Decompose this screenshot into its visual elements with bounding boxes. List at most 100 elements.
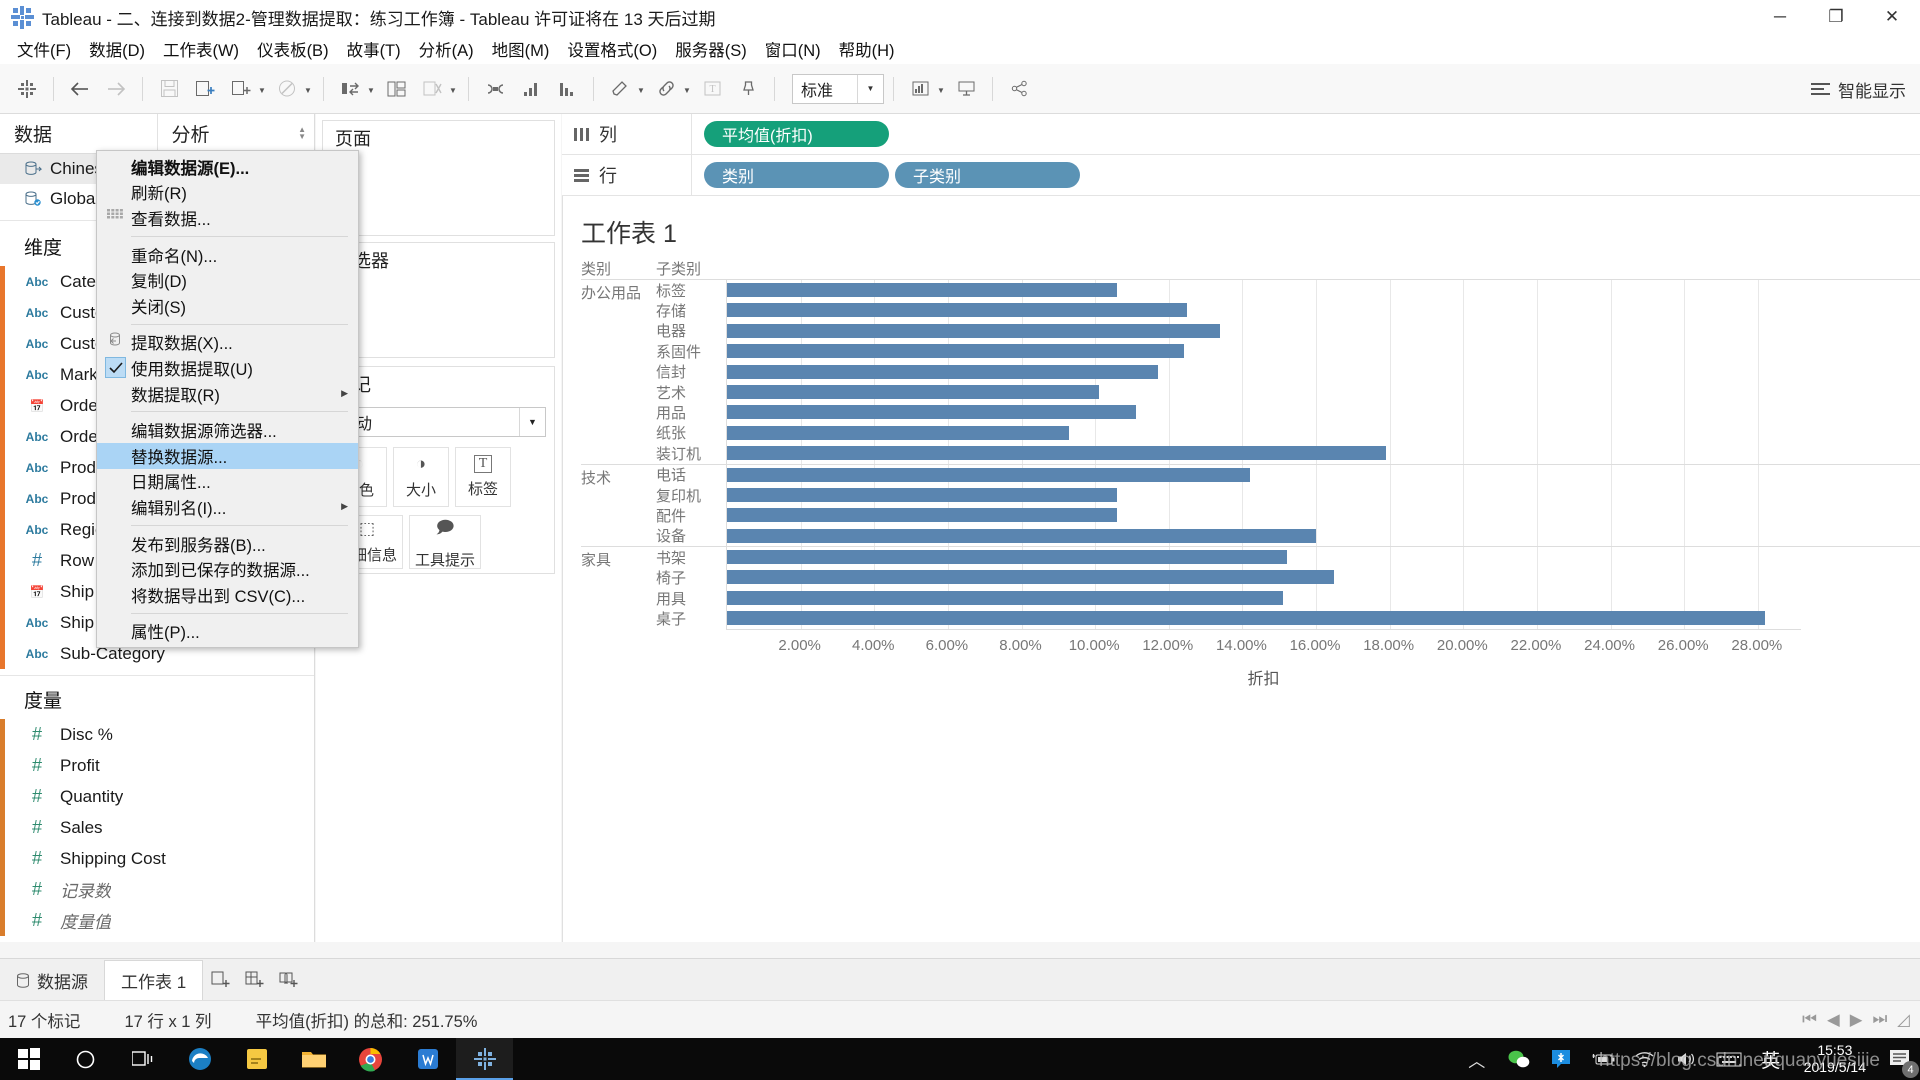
ctx-item-10[interactable]: 数据提取(R) ▶: [97, 381, 358, 407]
pill-avg-discount[interactable]: 平均值(折扣): [704, 121, 889, 147]
menu-1[interactable]: 数据(D): [80, 34, 154, 64]
fixaxis-chevron-down-icon[interactable]: ▼: [681, 72, 693, 106]
subcategory-label[interactable]: 艺术: [656, 382, 726, 402]
measure-6[interactable]: # 度量值: [0, 905, 314, 936]
tab-analytics[interactable]: 分析 ▲ ▼: [156, 114, 314, 153]
bar[interactable]: [727, 323, 1221, 338]
subcategory-label[interactable]: 电器: [656, 321, 726, 341]
presentation-layout-button[interactable]: [379, 72, 413, 106]
ctx-item-5[interactable]: 复制(D): [97, 267, 358, 293]
ctx-item-6[interactable]: 关闭(S): [97, 293, 358, 319]
duplicate-chevron-down-icon[interactable]: ▼: [256, 72, 268, 106]
menu-5[interactable]: 分析(A): [410, 34, 483, 64]
keyboard-icon[interactable]: [1708, 1038, 1750, 1080]
measure-1[interactable]: # Profit: [0, 750, 314, 781]
menu-3[interactable]: 仪表板(B): [248, 34, 338, 64]
clear-chevron-down-icon[interactable]: ▼: [302, 72, 314, 106]
bar[interactable]: [727, 344, 1184, 359]
marks-type-select[interactable]: 自动 ▼: [331, 407, 546, 437]
tableau-home-icon[interactable]: [10, 72, 44, 106]
new-story-icon[interactable]: [271, 960, 305, 1000]
fix-axis-button[interactable]: [649, 72, 683, 106]
bar[interactable]: [727, 570, 1335, 585]
category-label[interactable]: 技术: [581, 465, 656, 547]
subcategory-label[interactable]: 信封: [656, 362, 726, 382]
subcategory-label[interactable]: 复印机: [656, 485, 726, 505]
battery-charging-icon[interactable]: [1582, 1038, 1624, 1080]
subcategory-label[interactable]: 用具: [656, 588, 726, 608]
taskbar-edge-icon[interactable]: [171, 1038, 228, 1080]
last-page-icon[interactable]: ⏭: [1872, 1010, 1887, 1029]
menu-7[interactable]: 设置格式(O): [558, 34, 666, 64]
bar[interactable]: [727, 283, 1118, 297]
measure-4[interactable]: # Shipping Cost: [0, 843, 314, 874]
taskbar-word-icon[interactable]: [399, 1038, 456, 1080]
taskbar-clock[interactable]: 15:53 2019/5/14: [1792, 1042, 1878, 1077]
bar[interactable]: [727, 550, 1287, 565]
bar[interactable]: [727, 303, 1188, 318]
highlight-button[interactable]: [603, 72, 637, 106]
taskbar-chrome-icon[interactable]: [342, 1038, 399, 1080]
taskbar-file-explorer-icon[interactable]: [285, 1038, 342, 1080]
first-page-icon[interactable]: ⏮: [1802, 1010, 1817, 1029]
ctx-item-21[interactable]: 属性(P)...: [97, 619, 358, 645]
pin-button[interactable]: [731, 72, 765, 106]
highlight-chevron-down-icon[interactable]: ▼: [635, 72, 647, 106]
prev-page-icon[interactable]: ◀: [1827, 1010, 1840, 1030]
ctx-item-8[interactable]: 提取数据(X)...: [97, 330, 358, 356]
tab-data[interactable]: 数据: [0, 114, 157, 153]
task-view-icon[interactable]: [114, 1038, 171, 1080]
ctx-item-9[interactable]: 使用数据提取(U): [97, 355, 358, 381]
datasource-tab[interactable]: 数据源: [0, 960, 104, 1000]
save-button[interactable]: [152, 72, 186, 106]
share-button[interactable]: [1002, 72, 1036, 106]
ctx-item-2[interactable]: 查看数据...: [97, 205, 358, 231]
cortana-search-icon[interactable]: [57, 1038, 114, 1080]
fitaxis-chevron-down-icon[interactable]: ▼: [935, 72, 947, 106]
presentation-mode-button[interactable]: [949, 72, 983, 106]
measure-0[interactable]: # Disc %: [0, 719, 314, 750]
subcategory-label[interactable]: 装订机: [656, 443, 726, 463]
measure-3[interactable]: # Sales: [0, 812, 314, 843]
subcategory-label[interactable]: 桌子: [656, 608, 726, 628]
new-dashboard-icon[interactable]: [237, 960, 271, 1000]
sort-ascending-button[interactable]: [514, 72, 548, 106]
fit-select[interactable]: 标准 ▼: [792, 73, 884, 104]
wechat-icon[interactable]: [1498, 1038, 1540, 1080]
bar[interactable]: [727, 467, 1250, 482]
sort-group-button[interactable]: [478, 72, 512, 106]
back-button[interactable]: [63, 72, 97, 106]
forward-button[interactable]: [99, 72, 133, 106]
fit-chevron-down-icon[interactable]: ▼: [857, 74, 883, 103]
datasource-context-menu[interactable]: 编辑数据源(E)... 刷新(R) 查看数据... 重命名(N)... 复制(D) 关闭(…: [96, 150, 359, 649]
ctx-item-4[interactable]: 重命名(N)...: [97, 242, 358, 268]
subcategory-label[interactable]: 书架: [656, 547, 726, 567]
tray-expand-icon[interactable]: ︿: [1456, 1038, 1498, 1080]
bluetooth-icon[interactable]: [1540, 1038, 1582, 1080]
subcategory-label[interactable]: 椅子: [656, 567, 726, 587]
marks-label-button[interactable]: T 标签: [455, 447, 511, 507]
menu-6[interactable]: 地图(M): [483, 34, 559, 64]
fit-axis-button[interactable]: [903, 72, 937, 106]
bar[interactable]: [727, 364, 1158, 379]
rows-shelf[interactable]: 行 类别 子类别: [562, 155, 1920, 196]
subcategory-label[interactable]: 标签: [656, 280, 726, 300]
bar[interactable]: [727, 487, 1118, 502]
new-worksheet-button[interactable]: [188, 72, 222, 106]
ctx-item-14[interactable]: 日期属性...: [97, 469, 358, 495]
menu-10[interactable]: 帮助(H): [830, 34, 904, 64]
menu-8[interactable]: 服务器(S): [666, 34, 756, 64]
new-worksheet-icon[interactable]: [203, 960, 237, 1000]
menu-0[interactable]: 文件(F): [8, 34, 80, 64]
ctx-item-13[interactable]: 替换数据源...: [97, 442, 358, 469]
wifi-icon[interactable]: [1624, 1038, 1666, 1080]
bar[interactable]: [727, 384, 1099, 399]
clear-sheet-button[interactable]: [270, 72, 304, 106]
bar[interactable]: [727, 446, 1386, 461]
taskbar-tableau-icon[interactable]: [456, 1038, 513, 1080]
show-labels-button[interactable]: T: [695, 72, 729, 106]
subcategory-label[interactable]: 存储: [656, 300, 726, 320]
close-button[interactable]: ✕: [1864, 0, 1920, 34]
columns-shelf[interactable]: 列 平均值(折扣): [562, 114, 1920, 155]
category-label[interactable]: 家具: [581, 547, 656, 629]
